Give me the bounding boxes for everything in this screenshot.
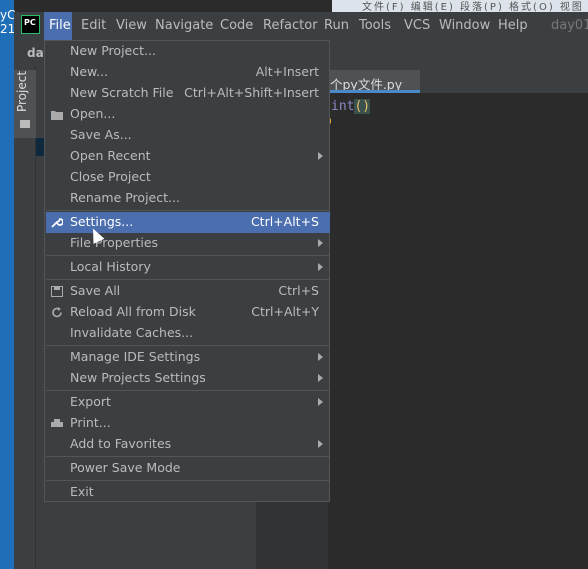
folder-icon	[51, 111, 63, 120]
desktop-background: yC 21	[0, 0, 16, 569]
submenu-arrow-icon	[318, 239, 323, 247]
menu-separator	[46, 279, 330, 280]
submenu-arrow-icon	[318, 152, 323, 160]
menu-separator	[46, 480, 330, 481]
editor-tab-label: 个py文件.py	[330, 77, 403, 92]
menu-item-new-projects-settings[interactable]: New Projects Settings	[46, 368, 330, 389]
project-tree-selection[interactable]	[36, 138, 44, 156]
menu-item-reload-all[interactable]: Reload All from Disk Ctrl+Alt+Y	[46, 302, 330, 323]
menu-item-label: Local History	[70, 259, 151, 274]
menu-item-label: Export	[70, 394, 111, 409]
menu-tools[interactable]: Tools	[359, 18, 391, 33]
menu-item-label: Rename Project...	[70, 190, 180, 205]
project-title: day01	[551, 18, 588, 33]
menu-item-file-properties[interactable]: File Properties	[46, 233, 330, 254]
menu-item-add-to-favorites[interactable]: Add to Favorites	[46, 434, 330, 455]
menu-item-new[interactable]: New... Alt+Insert	[46, 62, 330, 83]
menu-item-save-as[interactable]: Save As...	[46, 125, 330, 146]
menu-item-save-all[interactable]: Save All Ctrl+S	[46, 281, 330, 302]
submenu-arrow-icon	[318, 398, 323, 406]
menu-item-open-recent[interactable]: Open Recent	[46, 146, 330, 167]
save-icon	[51, 286, 63, 297]
submenu-arrow-icon	[318, 440, 323, 448]
menu-item-print[interactable]: Print...	[46, 413, 330, 434]
menu-separator	[46, 390, 330, 391]
code-line[interactable]: int()	[331, 99, 371, 114]
menu-run[interactable]: Run	[324, 18, 349, 33]
menu-item-power-save-mode[interactable]: Power Save Mode	[46, 458, 330, 479]
background-window: 文件(F) 编辑(E) 段落(P) 格式(O) 视图	[332, 0, 588, 13]
menu-item-label: Exit	[70, 484, 94, 499]
menu-item-label: New Project...	[70, 43, 156, 58]
menu-item-label: Save As...	[70, 127, 132, 142]
submenu-arrow-icon	[318, 374, 323, 382]
menu-item-new-project[interactable]: New Project...	[46, 41, 330, 62]
menu-item-shortcut: Ctrl+Alt+Y	[251, 304, 319, 319]
tool-window-strip	[14, 66, 36, 569]
menu-view[interactable]: View	[116, 18, 147, 33]
menu-item-label: Open...	[70, 106, 116, 121]
menu-item-label: Reload All from Disk	[70, 304, 196, 319]
submenu-arrow-icon	[318, 353, 323, 361]
menu-item-label: New Projects Settings	[70, 370, 206, 385]
menu-file-label: File	[49, 18, 71, 33]
menu-item-label: File Properties	[70, 235, 159, 250]
menu-separator	[46, 456, 330, 457]
menu-item-open[interactable]: Open...	[46, 104, 330, 125]
menu-window[interactable]: Window	[439, 18, 490, 33]
menu-code[interactable]: Code	[220, 18, 253, 33]
menu-item-close-project[interactable]: Close Project	[46, 167, 330, 188]
menu-vcs[interactable]: VCS	[404, 18, 430, 33]
desktop-text: 21	[0, 22, 16, 36]
menu-item-shortcut: Ctrl+Alt+Shift+Insert	[184, 85, 319, 100]
menu-item-invalidate-caches[interactable]: Invalidate Caches...	[46, 323, 330, 344]
menu-item-exit[interactable]: Exit	[46, 482, 330, 503]
menu-item-label: Power Save Mode	[70, 460, 181, 475]
submenu-arrow-icon	[318, 263, 323, 271]
editor-tab[interactable]: 个py文件.py	[324, 70, 420, 93]
menu-item-label: Print...	[70, 415, 111, 430]
menu-item-label: Add to Favorites	[70, 436, 172, 451]
menu-item-shortcut: Alt+Insert	[255, 64, 319, 79]
menu-refactor[interactable]: Refactor	[263, 18, 318, 33]
menu-file[interactable]: File	[44, 12, 72, 40]
menu-separator	[46, 210, 330, 211]
pycharm-logo-icon: PC	[21, 15, 40, 34]
menu-item-label: Save All	[70, 283, 121, 298]
menu-item-label: Manage IDE Settings	[70, 349, 201, 364]
menu-item-label: Open Recent	[70, 148, 151, 163]
menu-item-local-history[interactable]: Local History	[46, 257, 330, 278]
menu-item-manage-ide-settings[interactable]: Manage IDE Settings	[46, 347, 330, 368]
menu-item-label: Settings...	[70, 214, 134, 229]
reload-icon	[52, 307, 62, 318]
menu-item-label: New Scratch File	[70, 85, 174, 100]
menu-item-export[interactable]: Export	[46, 392, 330, 413]
menu-item-shortcut: Ctrl+S	[278, 283, 319, 298]
menu-edit[interactable]: Edit	[81, 18, 106, 33]
print-icon	[51, 419, 63, 427]
project-tool-tab-label: Project	[15, 70, 29, 112]
folder-icon	[20, 120, 30, 128]
code-parens: ()	[354, 99, 371, 114]
code-function: int	[331, 99, 355, 114]
menu-item-label: Invalidate Caches...	[70, 325, 194, 340]
menu-separator	[46, 345, 330, 346]
menu-item-shortcut: Ctrl+Alt+S	[250, 214, 319, 229]
menu-item-label: Close Project	[70, 169, 151, 184]
menu-item-label: New...	[70, 64, 109, 79]
menu-separator	[46, 255, 330, 256]
file-menu-dropdown: New Project... New... Alt+Insert New Scr…	[44, 40, 330, 502]
menu-item-rename-project[interactable]: Rename Project...	[46, 188, 330, 209]
menu-item-new-scratch-file[interactable]: New Scratch File Ctrl+Alt+Shift+Insert	[46, 83, 330, 104]
menu-navigate[interactable]: Navigate	[155, 18, 213, 33]
wrench-icon	[51, 218, 63, 228]
menu-help[interactable]: Help	[498, 18, 528, 33]
